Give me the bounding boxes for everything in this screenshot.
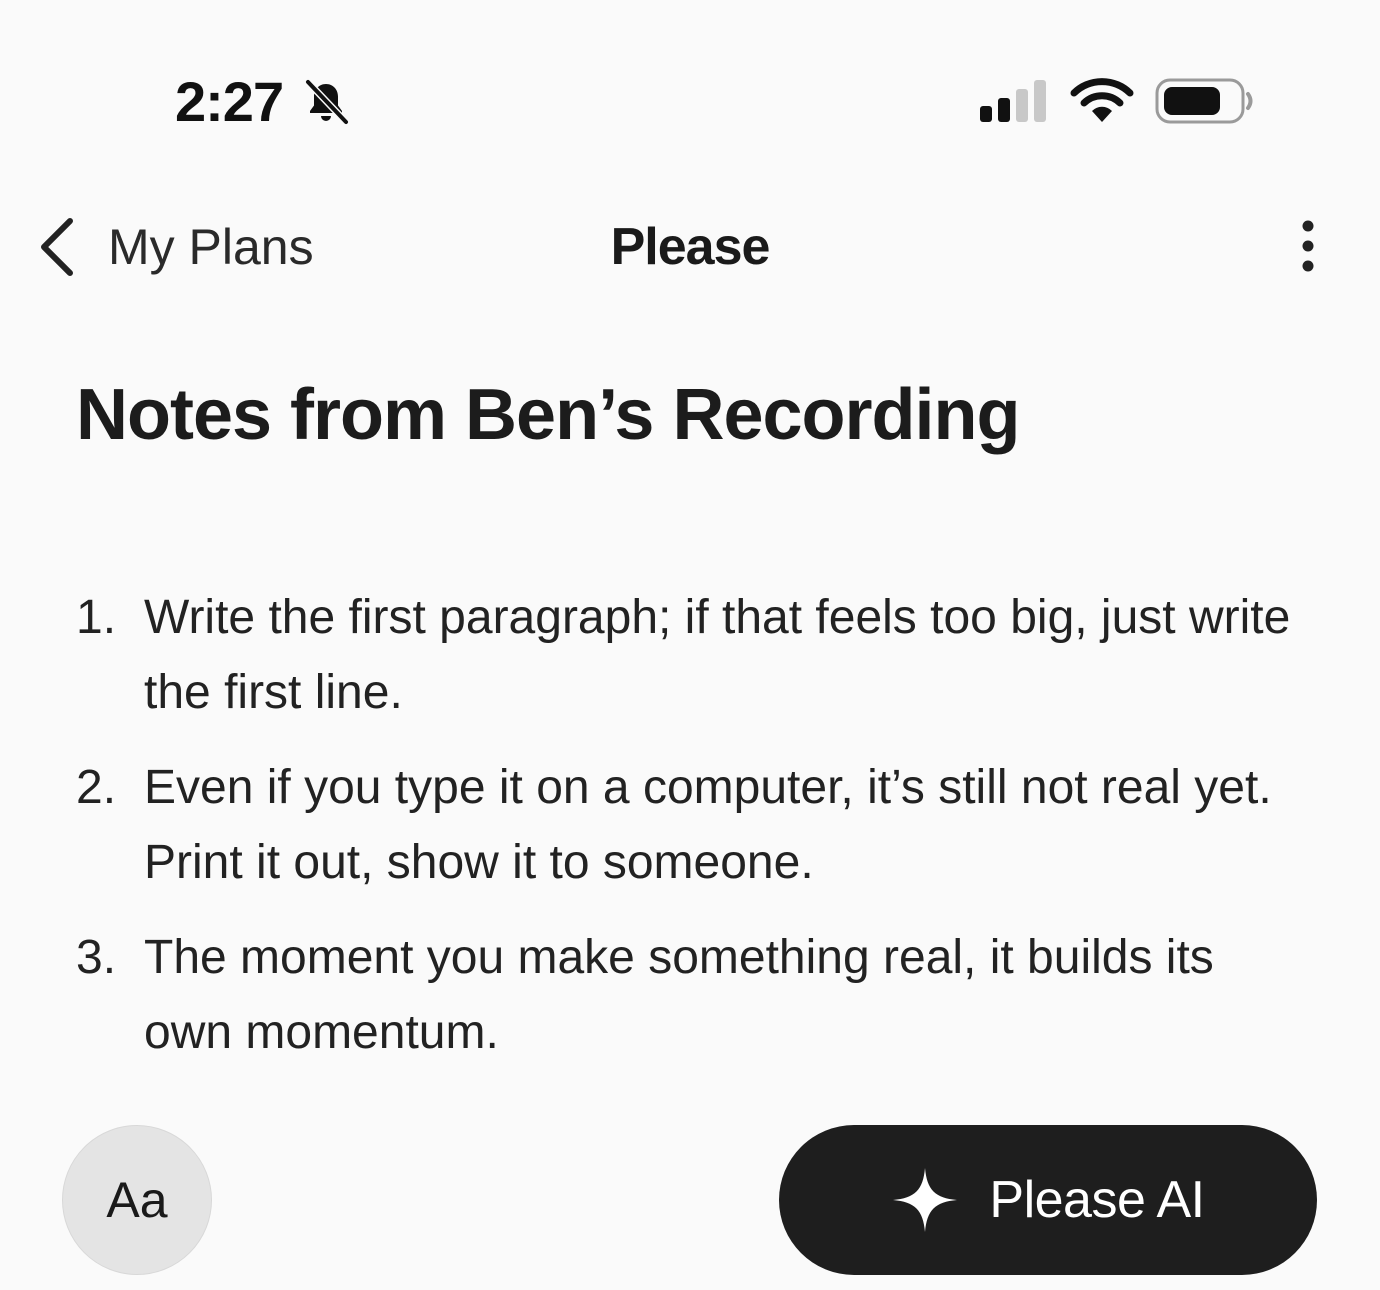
list-item-text: Write the first paragraph; if that feels… — [144, 591, 1291, 719]
list-item: 2. Even if you type it on a computer, it… — [76, 750, 1296, 900]
status-time: 2:27 — [175, 70, 284, 133]
vertical-ellipsis-icon[interactable] — [1286, 214, 1330, 278]
list-item-text: The moment you make something real, it b… — [144, 931, 1214, 1059]
back-label: My Plans — [108, 219, 314, 275]
bell-slash-icon — [304, 78, 350, 126]
battery-icon — [1155, 78, 1253, 124]
page-title: Please — [610, 218, 771, 276]
note-list: 1. Write the first paragraph; if that fe… — [76, 580, 1296, 1090]
chevron-left-icon — [41, 218, 73, 276]
list-item-text: Even if you type it on a computer, it’s … — [144, 761, 1272, 889]
wifi-icon — [1070, 78, 1134, 122]
list-item-number: 1. — [76, 591, 117, 644]
note-title: Notes from Ben’s Recording — [76, 375, 1020, 455]
font-button-label: Aa — [106, 1172, 168, 1228]
list-item: 1. Write the first paragraph; if that fe… — [76, 580, 1296, 730]
list-item-number: 3. — [76, 931, 117, 984]
back-button[interactable]: My Plans — [36, 212, 314, 282]
list-item: 3. The moment you make something real, i… — [76, 920, 1296, 1070]
sparkle-icon — [893, 1168, 958, 1232]
please-ai-button[interactable]: Please AI — [779, 1125, 1317, 1275]
ai-button-label: Please AI — [989, 1171, 1205, 1229]
cellular-signal-icon — [980, 80, 1046, 122]
font-style-button[interactable]: Aa — [62, 1125, 212, 1275]
list-item-number: 2. — [76, 761, 117, 814]
